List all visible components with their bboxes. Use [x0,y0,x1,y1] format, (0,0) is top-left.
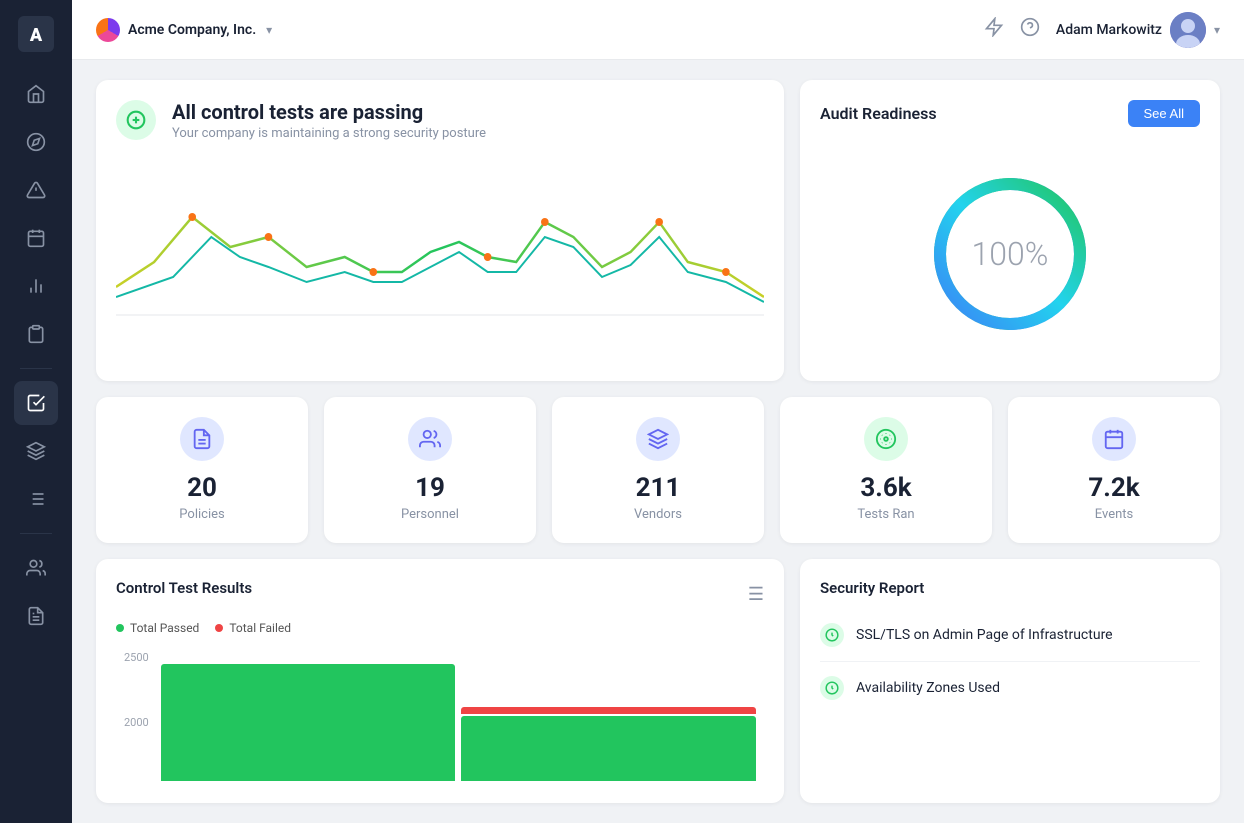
bar-green [161,664,456,781]
brand-logo [96,18,120,42]
notifications-icon[interactable] [984,17,1004,42]
svg-text:A: A [29,25,43,46]
bar-red [461,707,756,715]
results-header: Control Test Results ☰ [116,579,764,609]
sidebar-item-menu[interactable] [14,477,58,521]
security-item-icon-0 [820,623,844,647]
policies-icon [180,417,224,461]
sidebar-item-home[interactable] [14,72,58,116]
control-results-card: Control Test Results ☰ Total Passed Tota… [96,559,784,803]
security-items: SSL/TLS on Admin Page of Infrastructure … [820,609,1200,714]
legend-failed-dot [215,624,223,632]
legend-passed-dot [116,624,124,632]
page-content: All control tests are passing Your compa… [72,60,1244,823]
events-icon [1092,417,1136,461]
audit-card: Audit Readiness See All [800,80,1220,381]
sidebar: A [0,0,72,823]
stat-events: 7.2k Events [1008,397,1220,544]
control-status-icon [116,100,156,140]
policies-label: Policies [179,507,224,522]
security-report-card: Security Report SSL/TLS on Admin Page of… [800,559,1220,803]
legend-passed-label: Total Passed [130,621,199,635]
events-label: Events [1095,507,1133,522]
stat-personnel: 19 Personnel [324,397,536,544]
stat-tests: 3.6k Tests Ran [780,397,992,544]
header-right: Adam Markowitz ▾ [984,12,1220,48]
sidebar-item-analytics[interactable] [14,264,58,308]
stat-policies: 20 Policies [96,397,308,544]
bars [161,651,756,781]
help-icon[interactable] [1020,17,1040,42]
security-item-1: Availability Zones Used [820,662,1200,714]
sidebar-item-clipboard[interactable] [14,312,58,356]
sidebar-divider [20,368,52,369]
gauge-container: 100% [820,147,1200,361]
tests-label: Tests Ran [857,507,914,522]
brand-name: Acme Company, Inc. [128,22,256,38]
y-label-2500: 2500 [124,651,149,664]
user-menu[interactable]: Adam Markowitz ▾ [1056,12,1220,48]
security-item-text-1: Availability Zones Used [856,680,1000,696]
brand-chevron-icon: ▾ [266,23,272,37]
results-title: Control Test Results [116,579,252,597]
audit-header: Audit Readiness See All [820,100,1200,127]
policies-value: 20 [187,473,217,503]
vendors-icon [636,417,680,461]
security-report-title: Security Report [820,579,1200,597]
sidebar-divider-2 [20,533,52,534]
sidebar-item-calendar[interactable] [14,216,58,260]
personnel-label: Personnel [401,507,459,522]
tests-value: 3.6k [860,473,911,503]
see-all-button[interactable]: See All [1128,100,1200,127]
chart-menu-icon[interactable]: ☰ [748,584,764,605]
bar-chart: 2500 2000 [116,651,764,781]
main-content: Acme Company, Inc. ▾ Adam Markowitz [72,0,1244,823]
personnel-value: 19 [415,473,445,503]
audit-title: Audit Readiness [820,104,937,123]
legend-passed: Total Passed [116,621,199,635]
user-name: Adam Markowitz [1056,22,1162,38]
user-chevron-icon: ▾ [1214,23,1220,37]
sidebar-item-tasks[interactable] [14,381,58,425]
sidebar-item-navigate[interactable] [14,120,58,164]
y-axis: 2500 2000 [124,651,157,781]
user-avatar [1170,12,1206,48]
control-tests-card: All control tests are passing Your compa… [96,80,784,381]
sidebar-item-layers[interactable] [14,429,58,473]
y-label-2000: 2000 [124,716,149,729]
chart-legend: Total Passed Total Failed [116,621,764,635]
security-item-0: SSL/TLS on Admin Page of Infrastructure [820,609,1200,662]
legend-failed: Total Failed [215,621,291,635]
sidebar-item-people[interactable] [14,546,58,590]
bar-green2 [461,716,756,781]
events-value: 7.2k [1088,473,1139,503]
control-title: All control tests are passing [172,100,486,124]
security-item-text-0: SSL/TLS on Admin Page of Infrastructure [856,627,1113,643]
vendors-label: Vendors [634,507,682,522]
personnel-icon [408,417,452,461]
control-header: All control tests are passing Your compa… [116,100,764,141]
stats-row: 20 Policies 19 Personnel 211 Vendors [96,397,1220,544]
header: Acme Company, Inc. ▾ Adam Markowitz [72,0,1244,60]
legend-failed-label: Total Failed [229,621,291,635]
line-chart [116,157,764,361]
logo: A [18,16,54,52]
sidebar-item-documents[interactable] [14,594,58,638]
security-item-icon-1 [820,676,844,700]
gauge: 100% [920,164,1100,344]
tests-icon [864,417,908,461]
control-text: All control tests are passing Your compa… [172,100,486,141]
stat-vendors: 211 Vendors [552,397,764,544]
vendors-value: 211 [636,473,681,503]
brand-selector[interactable]: Acme Company, Inc. ▾ [96,18,272,42]
control-subtitle: Your company is maintaining a strong sec… [172,126,486,141]
gauge-percentage: 100% [972,235,1049,273]
sidebar-item-alerts[interactable] [14,168,58,212]
